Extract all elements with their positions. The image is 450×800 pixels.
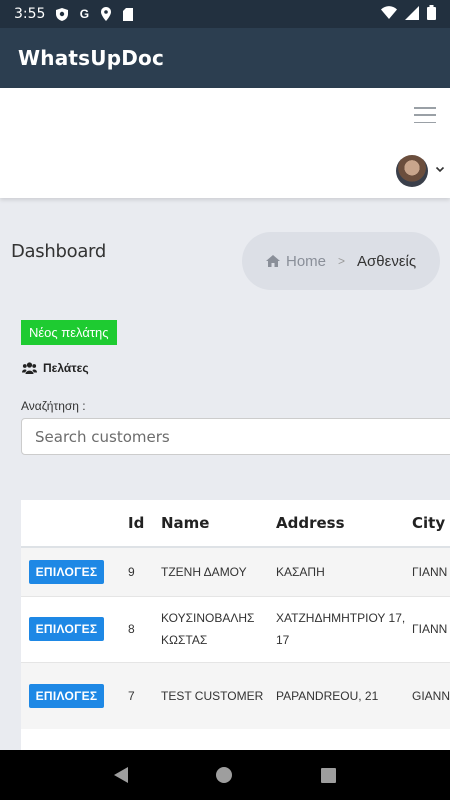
- cell-address: ΧΑΤΖΗΔΗΜΗΤΡΙΟΥ 17, 17: [276, 595, 412, 662]
- section-title-label: Πελάτες: [43, 361, 89, 375]
- breadcrumb: Home > Ασθενείς: [242, 232, 440, 290]
- sd-card-icon: [121, 7, 135, 21]
- cell-address: ΚΑΣΑΠΗ: [276, 546, 412, 596]
- app-bar: WhatsUpDoc: [0, 28, 450, 88]
- section-title: Πελάτες: [22, 361, 89, 375]
- battery-icon: [427, 5, 436, 23]
- cell-id: 7: [128, 661, 161, 729]
- options-button[interactable]: ΕΠΙΛΟΓΕΣ: [29, 559, 104, 584]
- cell-city: ΓΙΑΝΝ: [412, 595, 450, 662]
- cell-city: ΓΙΑΝΝ: [412, 546, 450, 596]
- hamburger-icon[interactable]: [414, 107, 436, 123]
- table-row: ΕΠΙΛΟΓΕΣ 9 ΤΖΕΝΗ ΔΑΜΟΥ ΚΑΣΑΠΗ ΓΙΑΝΝ: [21, 546, 450, 596]
- search-label: Αναζήτηση :: [21, 399, 86, 413]
- status-time: 3:55: [14, 6, 46, 22]
- table-row: ΕΠΙΛΟΓΕΣ 8 ΚΟΥΣΙΝΟΒΑΛΗΣ ΚΩΣΤΑΣ ΧΑΤΖΗΔΗΜΗ…: [21, 595, 450, 662]
- cell-address: PAPANDREOU, 21: [276, 661, 412, 729]
- column-header-address[interactable]: Address: [276, 500, 412, 548]
- google-icon: G: [79, 7, 90, 21]
- cell-name: ΚΟΥΣΙΝΟΒΑΛΗΣ ΚΩΣΤΑΣ: [161, 595, 276, 662]
- options-button[interactable]: ΕΠΙΛΟΓΕΣ: [29, 617, 104, 641]
- column-header-actions: [21, 500, 128, 548]
- cell-city: GIANN: [412, 661, 450, 729]
- app-title: WhatsUpDoc: [18, 46, 165, 70]
- column-header-id[interactable]: Id: [128, 500, 161, 548]
- navigation-bar: [0, 750, 450, 800]
- status-bar: 3:55 G: [0, 0, 450, 28]
- cell-name: TEST CUSTOMER: [161, 661, 276, 729]
- search-input[interactable]: [21, 418, 450, 455]
- breadcrumb-home-label: Home: [286, 252, 327, 270]
- customers-table: Id Name Address City ΕΠΙΛΟΓΕΣ 9 ΤΖΕΝΗ ΔΑ…: [21, 500, 450, 760]
- column-header-name[interactable]: Name: [161, 500, 276, 548]
- shield-icon: [55, 7, 69, 21]
- column-header-city[interactable]: City: [412, 500, 450, 548]
- breadcrumb-home[interactable]: Home: [266, 253, 326, 270]
- wifi-icon: [381, 6, 397, 22]
- back-icon[interactable]: [114, 767, 129, 783]
- users-icon: [22, 362, 37, 374]
- cell-name: ΤΖΕΝΗ ΔΑΜΟΥ: [161, 546, 276, 596]
- breadcrumb-current: Ασθενείς: [357, 252, 417, 270]
- signal-icon: [405, 5, 419, 23]
- home-button-icon[interactable]: [216, 767, 233, 783]
- breadcrumb-separator: >: [338, 254, 346, 268]
- cell-id: 9: [128, 546, 161, 596]
- header: [0, 88, 450, 198]
- home-icon: [266, 255, 280, 267]
- table-row: ΕΠΙΛΟΓΕΣ 7 TEST CUSTOMER PAPANDREOU, 21 …: [21, 661, 450, 729]
- cell-id: 8: [128, 595, 161, 662]
- page-title: Dashboard: [11, 241, 106, 262]
- recent-apps-icon[interactable]: [320, 767, 336, 783]
- location-icon: [99, 7, 113, 21]
- avatar[interactable]: [396, 155, 428, 187]
- options-button[interactable]: ΕΠΙΛΟΓΕΣ: [29, 683, 104, 708]
- table-header-row: Id Name Address City: [21, 500, 450, 548]
- new-customer-button[interactable]: Νέος πελάτης: [21, 320, 117, 345]
- chevron-down-icon[interactable]: [435, 164, 445, 174]
